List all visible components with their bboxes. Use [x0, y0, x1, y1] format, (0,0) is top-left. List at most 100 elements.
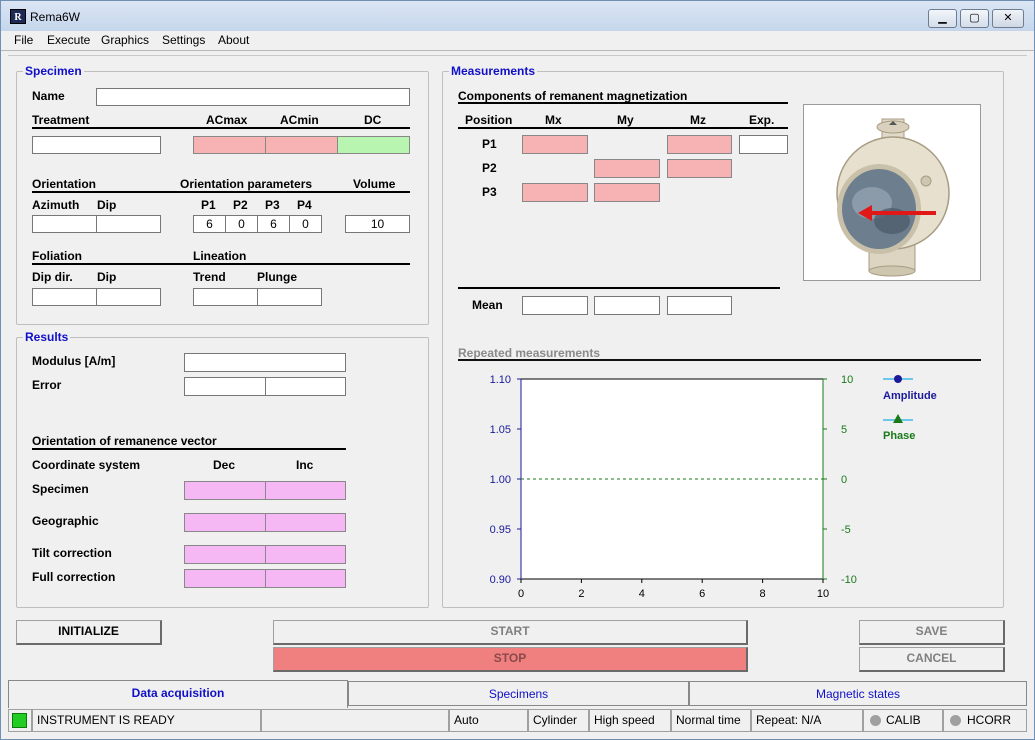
menu-file[interactable]: File	[14, 33, 33, 47]
modulus-field	[184, 353, 346, 372]
save-button[interactable]: SAVE	[859, 620, 1005, 645]
error-label: Error	[32, 378, 62, 392]
close-button[interactable]: ✕	[992, 9, 1024, 28]
repeated-title: Repeated measurements	[458, 346, 601, 360]
p1-label: P1	[201, 198, 216, 212]
p3-mx-field	[522, 183, 588, 202]
y-left-tick-label: 1.10	[490, 374, 511, 386]
mz-header: Mz	[690, 113, 706, 127]
repeated-rule	[458, 359, 981, 361]
full-row-label: Full correction	[32, 570, 116, 584]
dip-label: Dip	[97, 198, 117, 212]
p1-mz-field	[667, 135, 732, 154]
dip-input[interactable]	[96, 215, 161, 233]
azimuth-input[interactable]	[32, 215, 97, 233]
volume-input[interactable]: 10	[345, 215, 410, 233]
treatment-label: Treatment	[32, 113, 90, 127]
acmin-label: ACmin	[280, 113, 319, 127]
foliation-rule	[32, 263, 410, 265]
geographic-row-label: Geographic	[32, 514, 99, 528]
stop-button[interactable]: STOP	[273, 647, 748, 672]
geographic-dec-field	[184, 513, 266, 532]
cancel-button[interactable]: CANCEL	[859, 647, 1005, 672]
p2-mz-field	[667, 159, 732, 178]
treatment-rule	[32, 127, 410, 129]
foliation-dip-input[interactable]	[96, 288, 161, 306]
tilt-row-label: Tilt correction	[32, 546, 112, 560]
menu-execute[interactable]: Execute	[47, 33, 90, 47]
foliation-dip-label: Dip	[97, 270, 117, 284]
acmin-field[interactable]	[265, 136, 338, 154]
y-right-tick-label: -5	[841, 524, 851, 536]
p3-row-label: P3	[482, 185, 497, 199]
acmax-field[interactable]	[193, 136, 266, 154]
coord-system-label: Coordinate system	[32, 458, 141, 472]
minimize-button[interactable]: ▁	[928, 9, 957, 28]
menu-about[interactable]: About	[218, 33, 249, 47]
tab-magnetic-states[interactable]: Magnetic states	[689, 681, 1027, 706]
p1-input[interactable]: 6	[193, 215, 226, 233]
status-mode: Auto	[449, 709, 528, 732]
instrument-drawing	[836, 118, 950, 277]
mean-mx-field	[522, 296, 588, 315]
volume-label: Volume	[353, 177, 396, 191]
azimuth-label: Azimuth	[32, 198, 80, 212]
status-empty	[261, 709, 449, 732]
p2-my-field	[594, 159, 660, 178]
x-tick-label: 0	[518, 588, 524, 600]
name-input[interactable]	[96, 88, 410, 106]
p2-row-label: P2	[482, 161, 497, 175]
full-dec-field	[184, 569, 266, 588]
p1-exp-field	[739, 135, 788, 154]
p3-label: P3	[265, 198, 280, 212]
p2-input[interactable]: 0	[225, 215, 258, 233]
position-header: Position	[465, 113, 513, 127]
start-button[interactable]: START	[273, 620, 748, 645]
dipdir-input[interactable]	[32, 288, 97, 306]
tab-specimens[interactable]: Specimens	[348, 681, 689, 706]
mean-rule	[458, 287, 780, 289]
trend-input[interactable]	[193, 288, 258, 306]
window-title: Rema6W	[30, 10, 81, 24]
y-right-tick-label: 5	[841, 424, 847, 436]
initialize-button[interactable]: INITIALIZE	[16, 620, 162, 645]
p4-label: P4	[297, 198, 312, 212]
app-icon: R	[10, 9, 26, 24]
y-left-tick-label: 1.05	[490, 424, 511, 436]
p4-input[interactable]: 0	[289, 215, 322, 233]
mean-mz-field	[667, 296, 732, 315]
maximize-button[interactable]: ▢	[960, 9, 989, 28]
mean-my-field	[594, 296, 660, 315]
specimen-dec-field	[184, 481, 266, 500]
status-message: INSTRUMENT IS READY	[32, 709, 261, 732]
x-tick-label: 6	[699, 588, 705, 600]
legend-phase-marker	[893, 414, 903, 423]
mean-label: Mean	[472, 298, 503, 312]
x-tick-label: 10	[817, 588, 829, 600]
components-rule	[458, 102, 788, 104]
orientation-label: Orientation	[32, 177, 97, 191]
lineation-label: Lineation	[193, 249, 247, 263]
modulus-label: Modulus [A/m]	[32, 354, 116, 368]
menu-settings[interactable]: Settings	[162, 33, 205, 47]
tab-data-acquisition[interactable]: Data acquisition	[8, 680, 348, 708]
instrument-image	[803, 104, 981, 281]
y-right-tick-label: -10	[841, 574, 857, 586]
menu-graphics[interactable]: Graphics	[101, 33, 149, 47]
repeated-measurements-chart: 1.10 1.05 1.00 0.95 0.90 10 5 0 -5 -10 0 2 4 6 8 10 Ampl…	[490, 374, 937, 600]
y-left-tick-label: 0.95	[490, 524, 511, 536]
my-header: My	[617, 113, 634, 127]
plunge-input[interactable]	[257, 288, 322, 306]
p3-input[interactable]: 6	[257, 215, 290, 233]
exp-header: Exp.	[749, 113, 775, 127]
dc-field[interactable]	[337, 136, 410, 154]
specimen-row-label: Specimen	[32, 482, 89, 496]
ready-indicator-cell	[8, 709, 32, 732]
status-geometry: Cylinder	[528, 709, 589, 732]
measurements-group-title: Measurements	[449, 64, 538, 78]
trend-label: Trend	[193, 270, 226, 284]
status-repeat: Repeat: N/A	[751, 709, 863, 732]
dc-label: DC	[364, 113, 382, 127]
results-group-title: Results	[23, 330, 71, 344]
treatment-input[interactable]	[32, 136, 161, 154]
